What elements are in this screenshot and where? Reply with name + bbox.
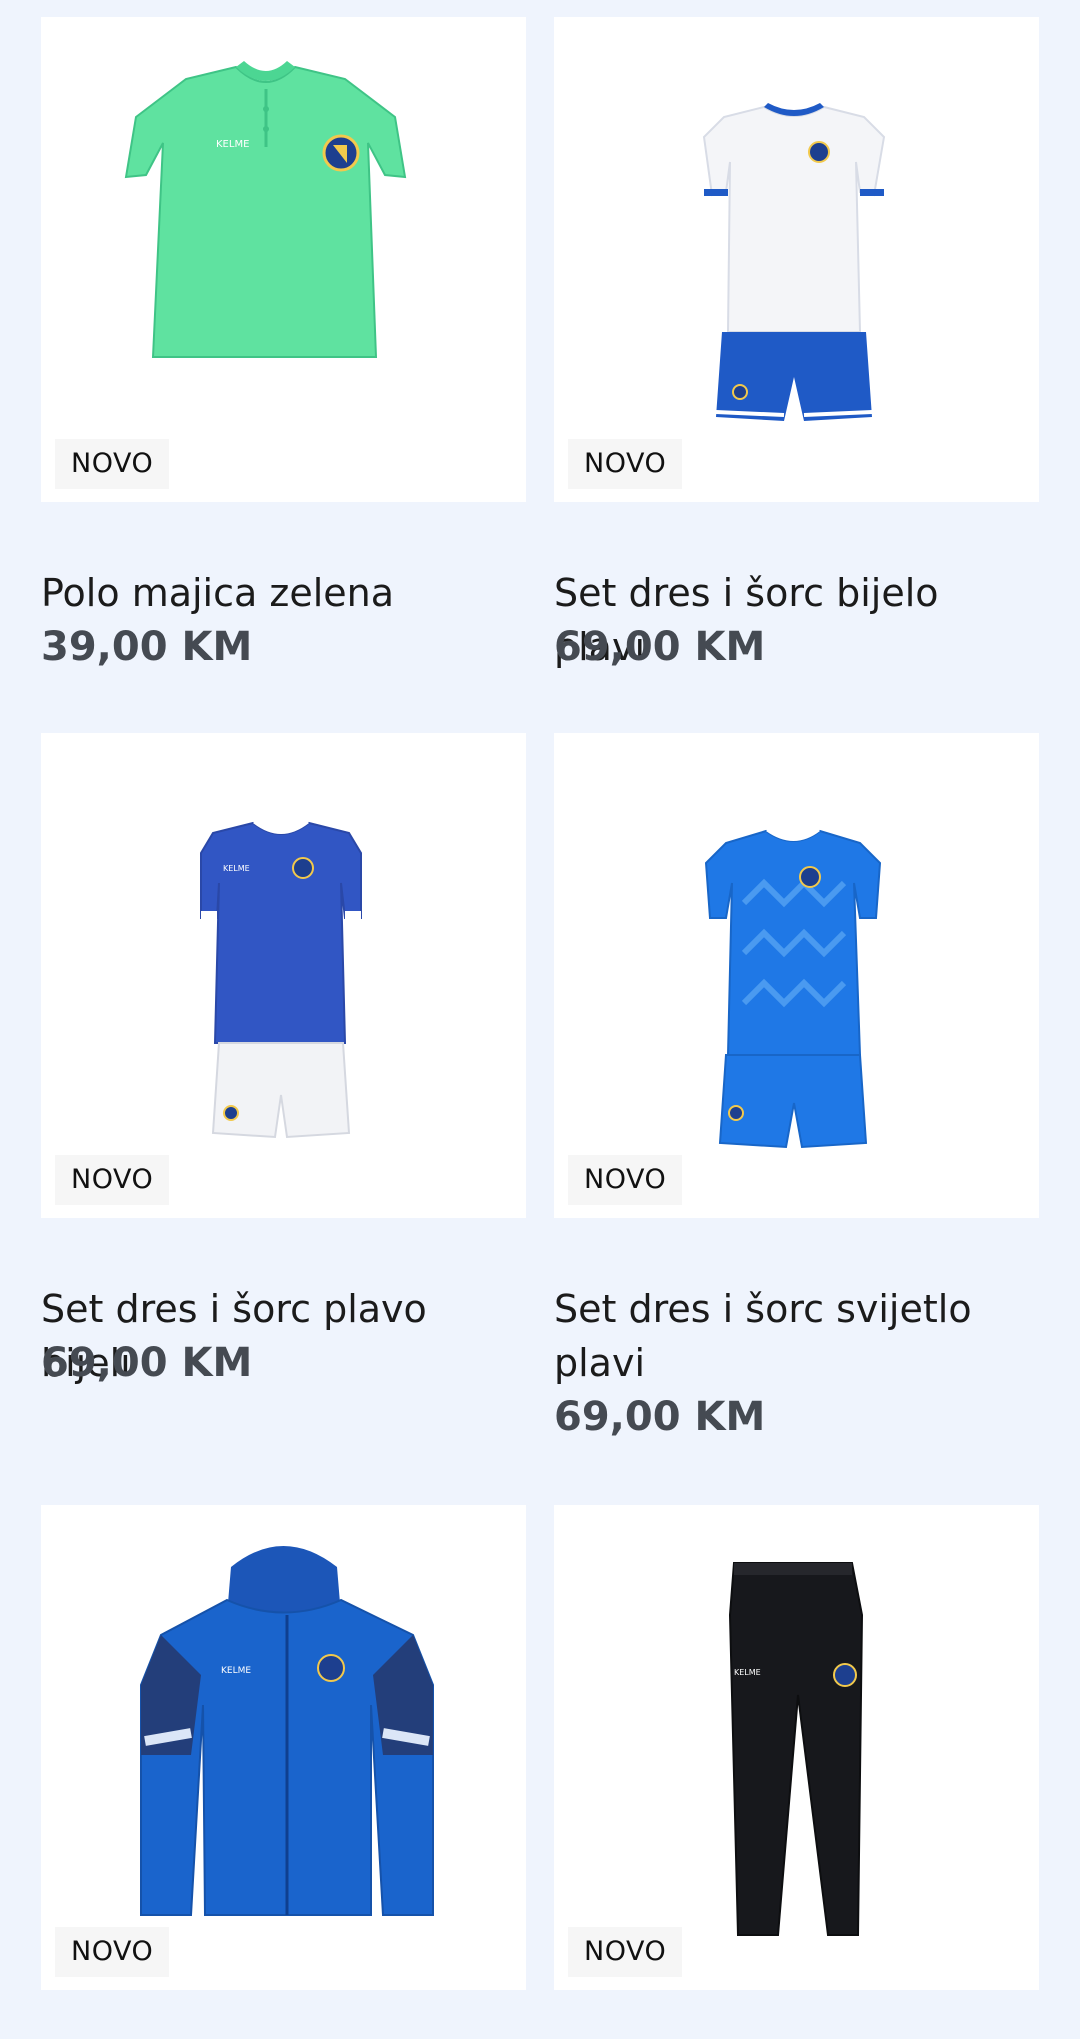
light-blue-kit-icon bbox=[704, 827, 882, 1149]
product-title[interactable]: Set dres i šorc svijetlo plavi bbox=[554, 1282, 1039, 1390]
product-image[interactable] bbox=[554, 17, 1039, 502]
blue-white-kit-icon: KELME bbox=[200, 819, 362, 1139]
new-badge: NOVO bbox=[55, 439, 170, 489]
blue-rain-jacket-icon: KELME bbox=[140, 1546, 434, 1916]
product-card[interactable]: KELME NOVO Set dres i šorc plavo bijeli … bbox=[41, 733, 526, 1433]
product-price: 69,00 KM bbox=[554, 624, 766, 670]
product-title[interactable]: Polo majica zelena bbox=[41, 566, 526, 620]
product-image[interactable]: KELME bbox=[554, 1505, 1039, 1990]
product-price: 69,00 KM bbox=[41, 1340, 253, 1386]
svg-text:KELME: KELME bbox=[223, 864, 250, 873]
product-image[interactable]: KELME bbox=[41, 733, 526, 1218]
product-card[interactable]: NOVO Set dres i šorc bijelo plavi 69,00 … bbox=[554, 17, 1039, 677]
product-image[interactable]: KELME bbox=[41, 17, 526, 502]
new-badge: NOVO bbox=[568, 1927, 683, 1977]
product-image[interactable]: KELME bbox=[41, 1505, 526, 1990]
product-image[interactable] bbox=[554, 733, 1039, 1218]
new-badge: NOVO bbox=[568, 439, 683, 489]
svg-text:KELME: KELME bbox=[221, 1666, 251, 1676]
product-price: 39,00 KM bbox=[41, 624, 253, 670]
new-badge: NOVO bbox=[55, 1155, 170, 1205]
product-card[interactable]: KELME NOVO Polo majica zelena 39,00 KM bbox=[41, 17, 526, 677]
green-polo-shirt-icon: KELME bbox=[124, 61, 407, 358]
product-grid: KELME NOVO Polo majica zelena 39,00 KM N… bbox=[0, 0, 1080, 2039]
product-card[interactable]: NOVO Set dres i šorc svijetlo plavi 69,0… bbox=[554, 733, 1039, 1453]
new-badge: NOVO bbox=[568, 1155, 683, 1205]
svg-text:KELME: KELME bbox=[216, 139, 249, 150]
product-card[interactable]: KELME NOVO bbox=[554, 1505, 1039, 1990]
product-card[interactable]: KELME NOVO bbox=[41, 1505, 526, 1990]
white-blue-kit-icon bbox=[702, 103, 886, 421]
svg-text:KELME: KELME bbox=[734, 1668, 761, 1677]
new-badge: NOVO bbox=[55, 1927, 170, 1977]
black-training-pants-icon: KELME bbox=[728, 1562, 864, 1936]
product-price: 69,00 KM bbox=[554, 1394, 766, 1440]
